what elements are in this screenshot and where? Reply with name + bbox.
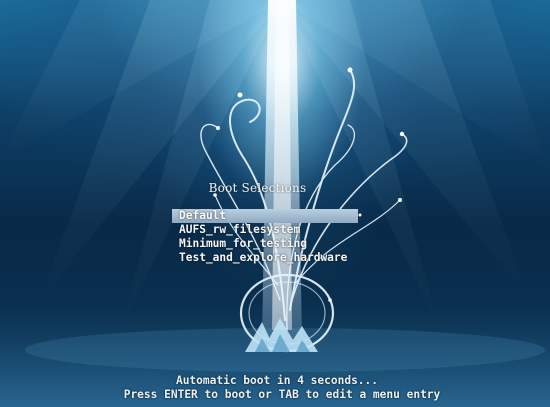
boot-countdown-text: Automatic boot in 4 seconds... xyxy=(175,374,379,387)
boot-screen: Boot Selections Default AUFS_rw_filesyst… xyxy=(0,0,550,407)
boot-entry-aufs-rw-filesystem[interactable]: AUFS_rw_filesystem xyxy=(172,223,358,237)
underwater-light-swirl-logo-icon xyxy=(200,67,408,353)
boot-menu: Default AUFS_rw_filesystem Minimum_for_t… xyxy=(172,209,358,265)
boot-entry-minimum-for-testing[interactable]: Minimum_for_testing xyxy=(172,237,358,251)
boot-entry-default[interactable]: Default xyxy=(172,209,358,223)
boot-menu-title: Boot Selections xyxy=(208,181,307,195)
boot-entry-test-and-explore-hardware[interactable]: Test_and_explore_hardware xyxy=(172,251,358,265)
boot-instruction-text: Press ENTER to boot or TAB to edit a men… xyxy=(123,388,441,401)
